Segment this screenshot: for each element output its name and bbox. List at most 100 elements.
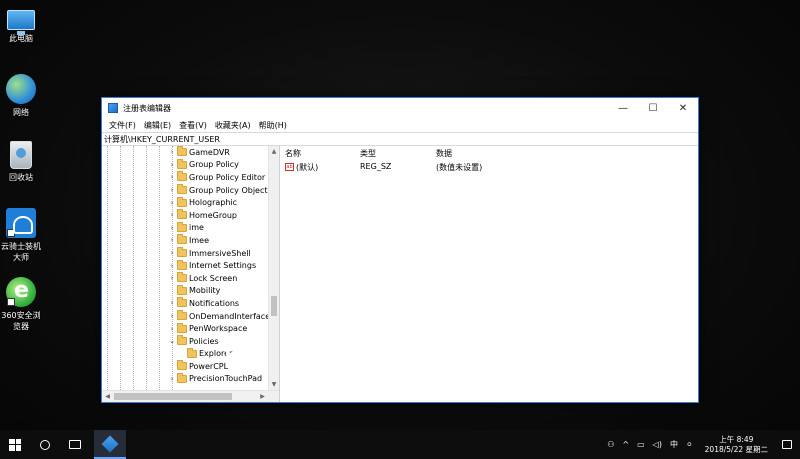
- people-icon[interactable]: ⚇: [603, 440, 618, 449]
- minimize-button[interactable]: —: [608, 98, 638, 118]
- tree-item[interactable]: › Imee: [102, 234, 268, 247]
- folder-icon: [177, 247, 187, 258]
- tree-horizontal-scrollbar[interactable]: ◀ ▶: [102, 390, 279, 402]
- tree-item[interactable]: › Group Policy Objects: [102, 184, 272, 197]
- folder-icon: [177, 335, 187, 346]
- clock-date: 2018/5/22 星期二: [704, 444, 768, 454]
- desktop-icon-360-browser[interactable]: 360安全浏览器: [0, 277, 42, 332]
- volume-icon[interactable]: ◁): [649, 440, 666, 449]
- values-pane[interactable]: 名称 类型 数据 ab (默认) REG_SZ (数值未设置): [280, 146, 698, 402]
- chevron-right-icon[interactable]: ›: [168, 249, 176, 257]
- desktop-icon-label: 云骑士装机大师: [1, 242, 41, 262]
- scroll-thumb[interactable]: [271, 296, 277, 316]
- tree-item-label: GameDVR: [189, 147, 230, 157]
- values-header: 名称 类型 数据: [280, 146, 698, 160]
- tree-item-label: HomeGroup: [189, 210, 237, 220]
- recycle-bin-icon: [10, 141, 32, 169]
- chevron-down-icon[interactable]: ⌄: [168, 337, 176, 345]
- folder-icon: [177, 322, 187, 333]
- menu-file[interactable]: 文件(F): [105, 120, 140, 131]
- folder-icon: [177, 146, 187, 157]
- tree-item-label: Holographic: [189, 198, 238, 208]
- tree-item[interactable]: › Group Policy Editor: [102, 171, 268, 184]
- chevron-right-icon[interactable]: ›: [168, 161, 176, 169]
- chevron-right-icon[interactable]: ›: [168, 375, 176, 383]
- chevron-right-icon[interactable]: ›: [168, 325, 176, 333]
- tree-item[interactable]: › GameDVR: [102, 146, 268, 159]
- scroll-up-icon[interactable]: ▲: [269, 146, 279, 157]
- address-bar[interactable]: 计算机\HKEY_CURRENT_USER: [102, 132, 698, 146]
- cortana-button[interactable]: [30, 430, 60, 459]
- chevron-right-icon[interactable]: ›: [168, 312, 176, 320]
- chevron-right-icon[interactable]: ›: [168, 148, 176, 156]
- menu-view[interactable]: 查看(V): [175, 120, 211, 131]
- shortcut-arrow-icon: [7, 298, 15, 306]
- value-row[interactable]: ab (默认) REG_SZ (数值未设置): [280, 160, 698, 174]
- network-tray-icon[interactable]: ▭: [633, 440, 649, 449]
- maximize-button[interactable]: ☐: [638, 98, 668, 118]
- tree-item[interactable]: › HomeGroup: [102, 209, 268, 222]
- close-button[interactable]: ✕: [668, 98, 698, 118]
- tree-item[interactable]: › ime: [102, 221, 268, 235]
- menu-favorites[interactable]: 收藏夹(A): [211, 120, 255, 131]
- tree-item[interactable]: › PrecisionTouchPad: [102, 372, 268, 386]
- tree-item[interactable]: › Group Policy: [102, 158, 268, 172]
- tree-item[interactable]: PowerCPL: [102, 360, 268, 373]
- column-type[interactable]: 类型: [360, 148, 376, 159]
- scroll-right-icon[interactable]: ▶: [257, 391, 268, 402]
- column-name[interactable]: 名称: [285, 148, 301, 159]
- ime-indicator[interactable]: 中: [666, 439, 682, 450]
- chevron-right-icon[interactable]: ›: [168, 262, 176, 270]
- taskbar-app-regedit[interactable]: [94, 430, 126, 459]
- desktop-icon-yunqishi[interactable]: 云骑士装机大师: [0, 208, 42, 263]
- desktop-icon-computer[interactable]: 此电脑: [0, 6, 42, 44]
- scroll-down-icon[interactable]: ▼: [269, 379, 279, 390]
- menu-edit[interactable]: 编辑(E): [140, 120, 175, 131]
- key-tree-pane[interactable]: › GameDVR › Group Policy › Group Policy Edito…: [102, 146, 280, 402]
- tree-item[interactable]: › ImmersiveShell: [102, 247, 268, 260]
- chevron-up-icon[interactable]: ^: [618, 440, 633, 449]
- chevron-right-icon[interactable]: ›: [168, 186, 176, 194]
- chevron-right-icon[interactable]: ›: [168, 236, 176, 244]
- chevron-right-icon[interactable]: ›: [168, 224, 176, 232]
- tree-item[interactable]: › OnDemandInterfaceC: [102, 310, 276, 323]
- scroll-thumb[interactable]: [114, 393, 232, 400]
- tree-rows: › GameDVR › Group Policy › Group Policy Edito…: [102, 146, 276, 386]
- folder-icon: [177, 372, 187, 383]
- tree-item[interactable]: Mobility: [102, 284, 268, 298]
- tree-item[interactable]: Explorer: [102, 347, 268, 361]
- desktop-icon-label: 回收站: [9, 173, 33, 182]
- desktop-icon-label: 360安全浏览器: [1, 311, 41, 331]
- chevron-right-icon[interactable]: ›: [168, 299, 176, 307]
- folder-icon: [177, 360, 187, 371]
- menu-help[interactable]: 帮助(H): [255, 120, 291, 131]
- folder-icon: [177, 209, 187, 220]
- tree-item-label: Group Policy: [189, 160, 239, 170]
- regedit-icon: [108, 103, 118, 113]
- chevron-right-icon[interactable]: ›: [168, 211, 176, 219]
- task-view-button[interactable]: [60, 430, 90, 459]
- desktop-icon-recycle-bin[interactable]: 回收站: [0, 141, 42, 183]
- chevron-right-icon[interactable]: ›: [168, 274, 176, 282]
- title-bar[interactable]: 注册表编辑器 — ☐ ✕: [102, 98, 698, 118]
- clock[interactable]: 上午 8:49 2018/5/22 星期二: [697, 435, 776, 455]
- tree-item-label: ime: [189, 223, 204, 233]
- tree-item[interactable]: ⌄ Policies: [102, 335, 268, 348]
- folder-icon: [187, 347, 197, 358]
- tree-vertical-scrollbar[interactable]: ▲ ▼: [268, 146, 279, 390]
- tree-item[interactable]: › Notifications: [102, 297, 268, 310]
- tree-item[interactable]: › Lock Screen: [102, 272, 268, 285]
- tree-item[interactable]: › Holographic: [102, 196, 268, 209]
- tree-item[interactable]: › PenWorkspace: [102, 322, 268, 335]
- scroll-left-icon[interactable]: ◀: [102, 391, 113, 402]
- column-data[interactable]: 数据: [436, 148, 452, 159]
- tree-item-label: ImmersiveShell: [189, 248, 251, 258]
- chevron-right-icon[interactable]: ›: [168, 173, 176, 181]
- desktop-icon-network[interactable]: 网络: [0, 74, 42, 118]
- computer-icon: [7, 10, 35, 35]
- chevron-right-icon[interactable]: ›: [168, 199, 176, 207]
- ime-mode-icon[interactable]: ⚪: [682, 440, 697, 449]
- tree-item[interactable]: › Internet Settings: [102, 259, 268, 272]
- action-center-icon[interactable]: [782, 440, 792, 449]
- start-button[interactable]: [0, 430, 30, 459]
